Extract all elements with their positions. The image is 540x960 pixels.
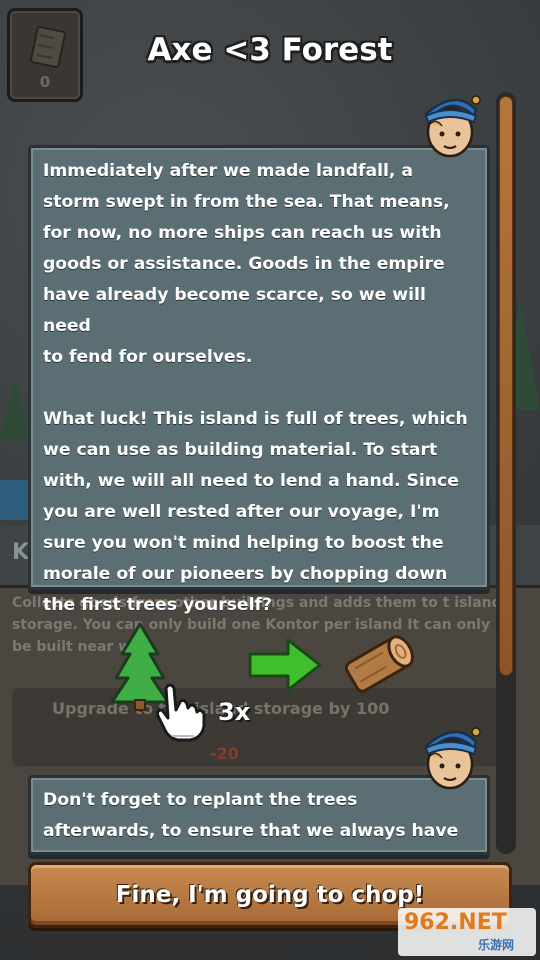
watermark-logo: 962.NET [404, 910, 507, 935]
background-cost: -20 [210, 744, 239, 763]
watermark-subtitle: 乐游网 [478, 938, 515, 952]
tap-count-label: 3x [218, 698, 251, 726]
background-water [0, 480, 30, 520]
dialog-text: Immediately after we made landfall, a st… [43, 161, 468, 615]
background-panel-title: K [12, 540, 30, 565]
advisor-avatar-icon [424, 95, 481, 158]
advisor-dialog: Immediately after we made landfall, a st… [28, 145, 490, 615]
page-title: Axe <3 Forest [147, 32, 393, 68]
tap-hand-icon [156, 683, 206, 742]
wood-log-icon [344, 635, 414, 693]
green-arrow-icon [248, 638, 322, 692]
advisor-avatar-icon [424, 727, 481, 790]
scrollbar-thumb[interactable] [499, 96, 513, 676]
wood-count: 0 [39, 73, 51, 91]
site-watermark: 962.NET 乐游网 [398, 908, 536, 956]
